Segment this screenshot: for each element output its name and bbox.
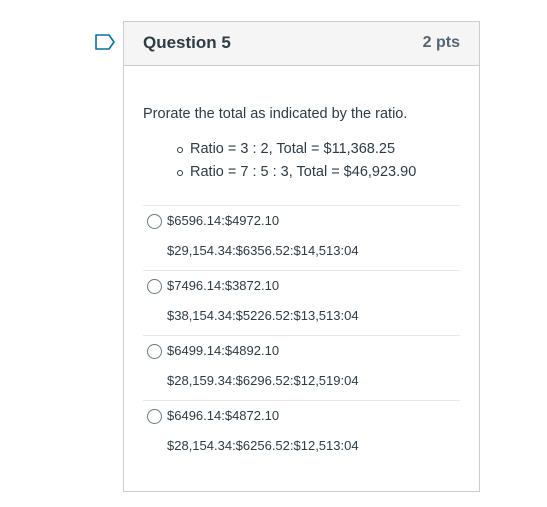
ratio-list: Ratio = 3 : 2, Total = $11,368.25 Ratio … [143,138,460,184]
answer-option[interactable]: $6496.14:$4872.10 $28,154.34:$6256.52:$1… [143,401,460,466]
question-title: Question 5 [143,33,231,52]
answer-text-line1[interactable]: $6496.14:$4872.10 [167,408,279,423]
question-header: Question 5 2 pts [124,22,479,66]
answer-text-line1[interactable]: $6499.14:$4892.10 [167,343,279,358]
question-card: Question 5 2 pts Prorate the total as in… [123,21,480,492]
ratio-text: Ratio = 3 : 2, Total = $11,368.25 [190,141,396,157]
flag-question-icon[interactable] [95,34,115,50]
answer-text-line2[interactable]: $38,154.34:$5226.52:$13,513:04 [167,308,359,323]
ratio-item: Ratio = 3 : 2, Total = $11,368.25 [177,138,460,161]
question-body: Prorate the total as indicated by the ra… [124,66,479,466]
answer-text-line2[interactable]: $28,154.34:$6256.52:$12,513:04 [167,438,359,453]
answer-option[interactable]: $6499.14:$4892.10 $28,159.34:$6296.52:$1… [143,336,460,401]
circle-bullet-icon [177,147,183,153]
answer-radio[interactable] [147,279,162,294]
answer-text-line1[interactable]: $6596.14:$4972.10 [167,213,279,228]
question-points: 2 pts [422,34,460,51]
answer-text-line2[interactable]: $28,159.34:$6296.52:$12,519:04 [167,373,359,388]
answer-radio[interactable] [147,214,162,229]
answer-option[interactable]: $6596.14:$4972.10 $29,154.34:$6356.52:$1… [143,206,460,271]
answer-text-line1[interactable]: $7496.14:$3872.10 [167,278,279,293]
answer-text-line2[interactable]: $29,154.34:$6356.52:$14,513:04 [167,243,359,258]
ratio-text: Ratio = 7 : 5 : 3, Total = $46,923.90 [190,164,417,180]
circle-bullet-icon [177,170,183,176]
ratio-item: Ratio = 7 : 5 : 3, Total = $46,923.90 [177,161,460,184]
answer-radio[interactable] [147,409,162,424]
answer-list: $6596.14:$4972.10 $29,154.34:$6356.52:$1… [143,205,460,466]
answer-option[interactable]: $7496.14:$3872.10 $38,154.34:$5226.52:$1… [143,271,460,336]
answer-radio[interactable] [147,344,162,359]
question-prompt: Prorate the total as indicated by the ra… [143,106,408,122]
